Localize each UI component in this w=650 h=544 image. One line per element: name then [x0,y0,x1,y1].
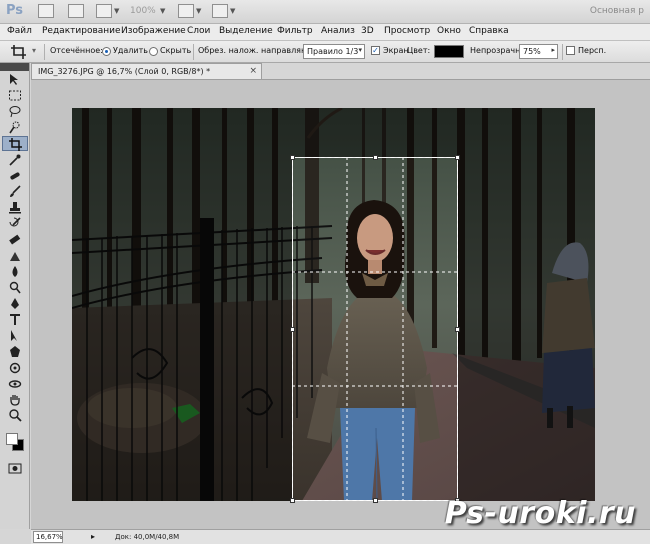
menu-analysis[interactable]: Анализ [321,26,355,36]
chevron-right-icon[interactable]: ▸ [91,532,95,541]
photoshop-logo: Ps [6,3,24,18]
hide-radio[interactable] [149,47,158,56]
3d-rotate-tool-icon[interactable] [2,360,28,375]
zoom-level[interactable]: 100% [130,6,156,16]
screen-label: Экран [383,46,409,55]
close-icon[interactable]: × [249,66,257,76]
color-swatches [2,429,28,455]
zoom-tool-icon[interactable] [2,408,28,423]
mini-bridge-icon[interactable] [68,4,84,18]
crop-bounding-box[interactable] [290,155,460,503]
crop-handle-bottom[interactable] [373,498,378,503]
move-tool-icon[interactable] [2,72,28,87]
photoshop-window: Ps ▼ 100% ▼ ▼ ▼ Основная р Файл Редактир… [0,0,650,544]
document-size[interactable]: Док: 40,0M/40,8M [115,533,179,541]
foreground-color-swatch[interactable] [6,433,18,445]
gradient-tool-icon[interactable] [2,248,28,263]
chevron-down-icon[interactable]: ▼ [230,7,235,15]
hand-tool-icon[interactable] [2,392,28,407]
separator [193,44,194,60]
type-tool-icon[interactable] [2,312,28,327]
tool-preset-caret[interactable]: ▾ [32,46,36,55]
blur-tool-icon[interactable] [2,264,28,279]
menu-help[interactable]: Справка [469,26,509,36]
quick-select-tool-icon[interactable] [2,120,28,135]
color-label: Цвет: [407,46,431,55]
crop-icon[interactable] [10,44,30,60]
chevron-down-icon[interactable]: ▼ [114,7,119,15]
path-select-tool-icon[interactable] [2,328,28,343]
menu-layers[interactable]: Слои [187,26,210,36]
overlay-label: Обрез. налож. направляющ: [198,46,318,55]
marquee-tool-icon[interactable] [2,88,28,103]
pen-tool-icon[interactable] [2,296,28,311]
tools-panel-header[interactable] [0,63,29,71]
cropped-area-label: Отсечённое: [50,46,103,55]
eraser-tool-icon[interactable] [2,232,28,247]
screen-checkbox[interactable]: ✓ [371,46,380,55]
history-brush-tool-icon[interactable] [2,216,28,231]
tools-panel [0,63,30,529]
crop-handle-top[interactable] [373,155,378,160]
healing-brush-tool-icon[interactable] [2,168,28,183]
brush-tool-icon[interactable] [2,184,28,199]
screen-mode-icon[interactable] [212,4,228,18]
menu-bar: Файл Редактирование Изображение Слои Выд… [0,24,650,41]
crop-handle-bottom-left[interactable] [290,498,295,503]
document-tab[interactable]: IMG_3276.JPG @ 16,7% (Слой 0, RGB/8*) * … [31,63,262,79]
menu-image[interactable]: Изображение [121,26,186,36]
shape-tool-icon[interactable] [2,344,28,359]
menu-view[interactable]: Просмотр [384,26,430,36]
crop-handle-top-left[interactable] [290,155,295,160]
crop-handle-top-right[interactable] [455,155,460,160]
menu-select[interactable]: Выделение [219,26,273,36]
opacity-field[interactable]: 75% ▸ [519,44,558,59]
separator [562,44,563,60]
chevron-down-icon[interactable]: ▼ [160,7,165,15]
chevron-down-icon: ▾ [358,46,362,54]
delete-radio[interactable] [102,47,111,56]
lasso-tool-icon[interactable] [2,104,28,119]
bridge-icon[interactable] [38,4,54,18]
menu-3d[interactable]: 3D [361,26,374,36]
overlay-select[interactable]: Правило 1/3 ▾ [303,44,365,59]
menu-edit[interactable]: Редактирование [42,26,121,36]
chevron-right-icon: ▸ [551,46,555,54]
view-extras-icon[interactable] [96,4,112,18]
dodge-tool-icon[interactable] [2,280,28,295]
opacity-value: 75% [523,47,541,56]
overlay-value: Правило 1/3 [307,47,359,56]
perspective-label: Персп. [578,46,607,55]
menu-file[interactable]: Файл [7,26,32,36]
eyedropper-tool-icon[interactable] [2,152,28,167]
arrange-documents-icon[interactable] [178,4,194,18]
watermark: Ps-uroki.ru [444,496,636,531]
shield-color-swatch[interactable] [434,45,464,58]
zoom-field[interactable]: 16,67% [33,531,63,543]
delete-label: Удалить [113,46,148,55]
separator [44,44,45,60]
menu-filter[interactable]: Фильтр [277,26,313,36]
crop-handle-right[interactable] [455,327,460,332]
options-bar: ▾ Отсечённое: Удалить Скрыть Обрез. нало… [0,41,650,63]
rule-of-thirds-overlay [292,157,458,501]
menu-window[interactable]: Окно [437,26,461,36]
3d-orbit-tool-icon[interactable] [2,376,28,391]
perspective-checkbox[interactable] [566,46,575,55]
crop-handle-left[interactable] [290,327,295,332]
clone-stamp-tool-icon[interactable] [2,200,28,215]
hide-label: Скрыть [160,46,192,55]
document-title: IMG_3276.JPG @ 16,7% (Слой 0, RGB/8*) * [38,67,211,76]
crop-tool-icon[interactable] [2,136,28,151]
chevron-down-icon[interactable]: ▼ [196,7,201,15]
application-bar: Ps ▼ 100% ▼ ▼ ▼ Основная р [0,0,650,24]
status-bar: 16,67% ▸ Док: 40,0M/40,8M [31,529,650,544]
quick-mask-icon[interactable] [2,461,28,476]
workspace-switcher[interactable]: Основная р [590,6,644,16]
